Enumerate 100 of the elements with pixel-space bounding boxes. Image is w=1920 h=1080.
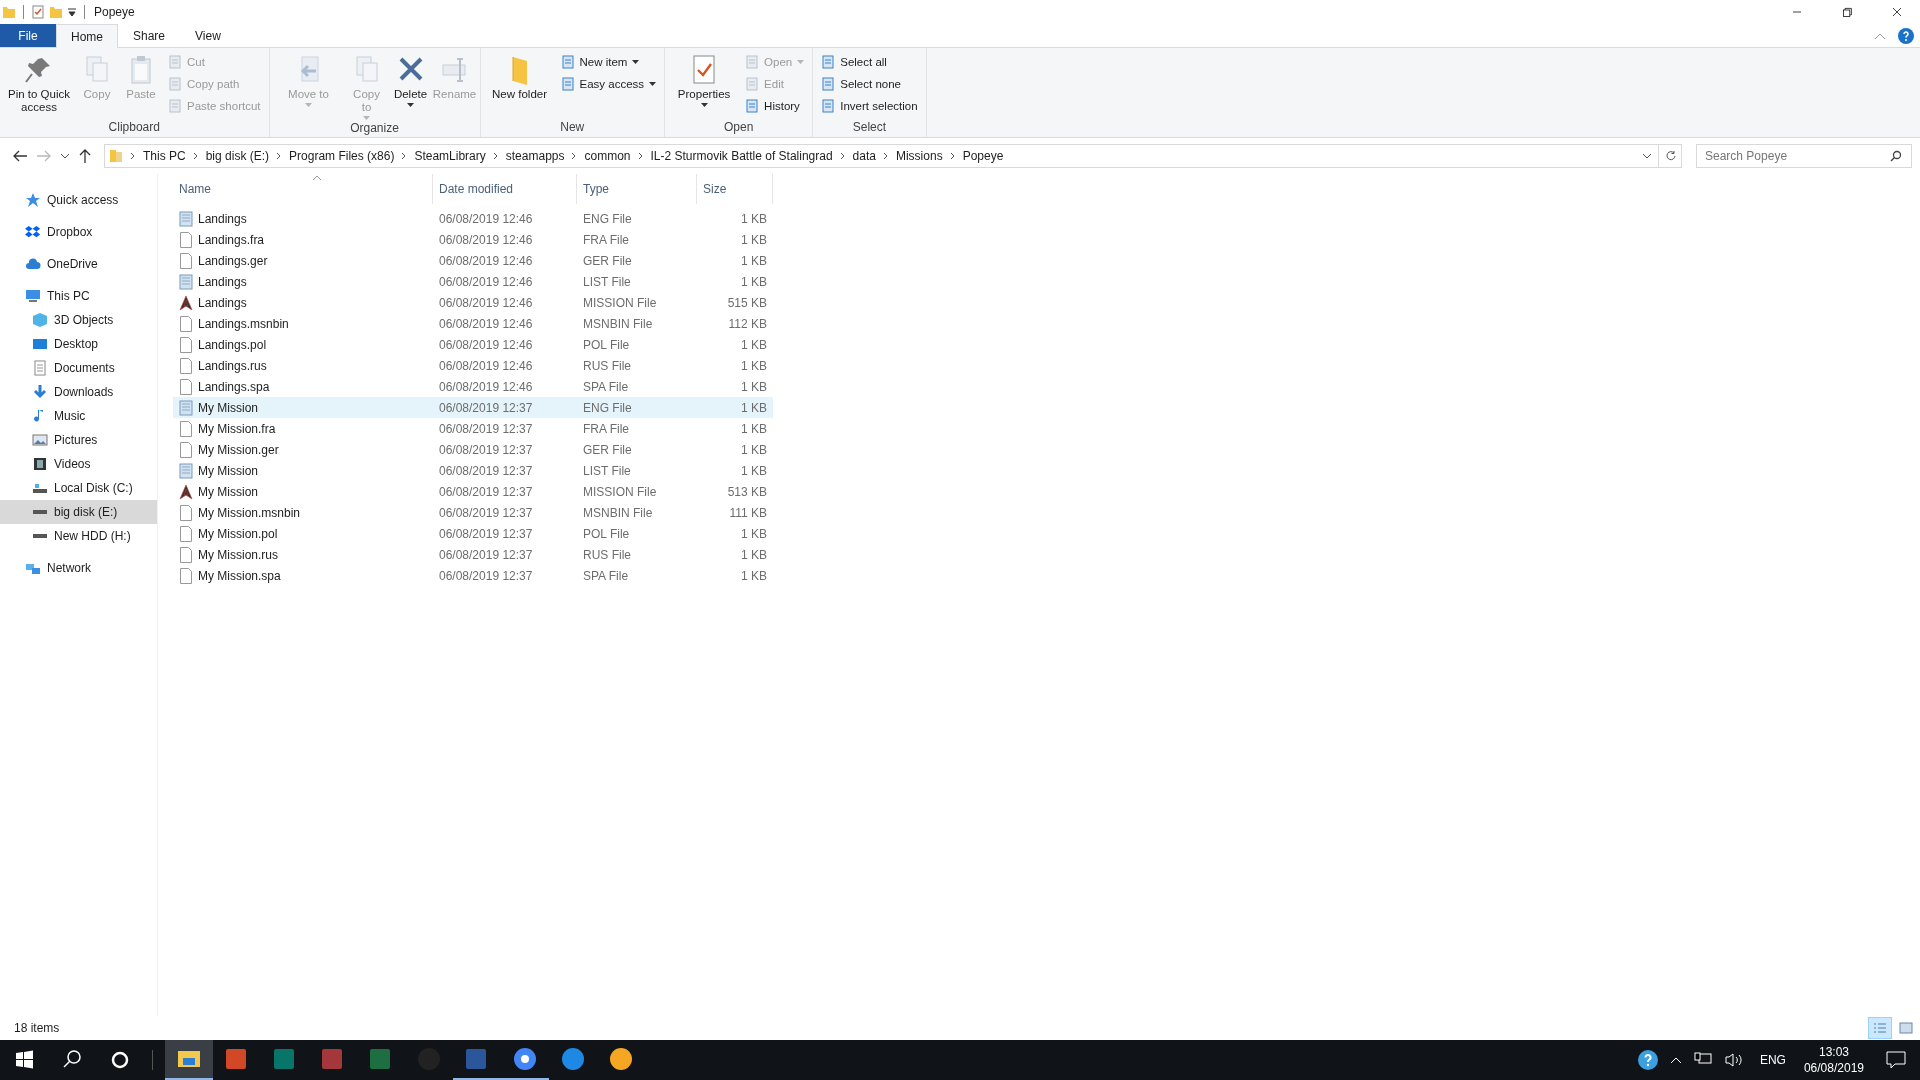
file-row[interactable]: Landings.spa 06/08/2019 12:46 SPA File 1 KB [173, 376, 773, 397]
date-cell-text: 06/08/2019 12:46 [438, 379, 534, 394]
ribbon-tab[interactable]: Home [56, 24, 118, 48]
file-row[interactable]: Landings.msnbin 06/08/2019 12:46 MSNBIN File 112 KB [173, 313, 773, 334]
breadcrumb[interactable]: Missions [895, 149, 943, 163]
file-row[interactable]: My Mission 06/08/2019 12:37 LIST File 1 KB [173, 460, 773, 481]
chevron-right-icon[interactable] [130, 152, 136, 160]
chevron-right-icon[interactable] [949, 152, 956, 160]
breadcrumb[interactable]: steamapps [505, 149, 565, 163]
ribbon-button[interactable]: Invert selection [821, 97, 918, 115]
file-row[interactable]: My Mission.pol 06/08/2019 12:37 POL File 1 KB [173, 523, 773, 544]
column-header[interactable]: Type [577, 174, 697, 204]
breadcrumb[interactable]: SteamLibrary [414, 149, 486, 163]
nav-item[interactable]: Pictures [0, 428, 157, 452]
ribbon-button[interactable]: New item [560, 53, 657, 71]
back-arrow-icon[interactable] [12, 149, 28, 163]
search-icon[interactable] [1890, 150, 1902, 162]
size-cell-text: 1 KB [740, 358, 768, 373]
column-header[interactable]: Size [697, 174, 773, 204]
dropdown-icon[interactable] [67, 7, 77, 17]
ribbon-button[interactable]: Properties [669, 53, 740, 120]
nav-item[interactable]: New HDD (H:) [0, 524, 157, 548]
nav-item[interactable]: This PC [0, 284, 157, 308]
breadcrumb[interactable]: IL-2 Sturmovik Battle of Stalingrad [650, 149, 833, 163]
language-indicator[interactable]: ENG [1759, 1053, 1786, 1067]
file-icon [179, 441, 193, 458]
breadcrumb[interactable]: Popeye [962, 149, 1004, 163]
ribbon-button[interactable]: Pin to Quick access [4, 53, 74, 120]
small-button-icon [745, 55, 760, 69]
desktop-icon [32, 336, 48, 352]
ribbon-button[interactable]: New folder [484, 53, 555, 120]
small-button-icon [745, 99, 760, 113]
chevron-right-icon[interactable] [401, 152, 408, 160]
file-menu-tab[interactable]: File [0, 24, 56, 47]
file-row[interactable]: My Mission.spa 06/08/2019 12:37 SPA File 1 KB [173, 565, 773, 586]
chevron-up-icon[interactable] [1669, 1056, 1682, 1064]
chevron-right-icon[interactable] [839, 152, 846, 160]
file-row[interactable]: My Mission 06/08/2019 12:37 MISSION File 513 KB [173, 481, 773, 502]
chevron-right-icon[interactable] [192, 152, 199, 160]
chevron-down-icon[interactable] [60, 153, 70, 159]
clock[interactable]: 13:03 06/08/2019 [1803, 1044, 1864, 1076]
search-field[interactable]: Search Popeye [1696, 144, 1912, 168]
ribbon-button[interactable]: Select all [821, 53, 918, 71]
chevron-right-icon[interactable] [637, 152, 644, 160]
nav-item[interactable]: Downloads [0, 380, 157, 404]
address-bar[interactable]: This PC big disk (E:) Program Files (x86) SteamLibrary steamapps common IL-2 Sturmovik Battle of Stalingrad data Missions Popeye [104, 144, 1682, 168]
chevron-right-icon[interactable] [571, 152, 578, 160]
column-header[interactable]: Name [173, 174, 433, 204]
nav-item[interactable]: Music [0, 404, 157, 428]
file-row[interactable]: Landings.fra 06/08/2019 12:46 FRA File 1 KB [173, 229, 773, 250]
file-row[interactable]: Landings.ger 06/08/2019 12:46 GER File 1 KB [173, 250, 773, 271]
date-cell-text: 06/08/2019 12:46 [438, 232, 534, 247]
file-row[interactable]: My Mission 06/08/2019 12:37 ENG File 1 KB [173, 397, 773, 418]
dropbox-icon [25, 224, 41, 240]
file-row[interactable]: Landings.rus 06/08/2019 12:46 RUS File 1 KB [173, 355, 773, 376]
speaker-icon[interactable] [1723, 1052, 1744, 1068]
nav-item[interactable]: Dropbox [0, 220, 157, 244]
file-row[interactable]: Landings.pol 06/08/2019 12:46 POL File 1 KB [173, 334, 773, 355]
ribbon-button[interactable]: Delete [389, 53, 432, 121]
ribbon-button[interactable]: Select none [821, 75, 918, 93]
chevron-right-icon[interactable] [882, 152, 889, 160]
nav-item[interactable]: Documents [0, 356, 157, 380]
file-row[interactable]: My Mission.rus 06/08/2019 12:37 RUS File 1 KB [173, 544, 773, 565]
nav-item[interactable]: OneDrive [0, 252, 157, 276]
file-row[interactable]: Landings 06/08/2019 12:46 MISSION File 515 KB [173, 292, 773, 313]
help-icon[interactable] [1637, 1050, 1658, 1070]
refresh-icon[interactable] [1665, 150, 1677, 162]
file-row[interactable]: My Mission.msnbin 06/08/2019 12:37 MSNBIN File 111 KB [173, 502, 773, 523]
nav-item[interactable]: 3D Objects [0, 308, 157, 332]
ribbon-tab[interactable]: Share [118, 24, 181, 47]
breadcrumb[interactable]: data [852, 149, 876, 163]
nav-item[interactable]: Local Disk (C:) [0, 476, 157, 500]
size-cell-text: 1 KB [740, 379, 768, 394]
up-arrow-icon[interactable] [78, 148, 92, 164]
type-cell-text: ENG File [582, 211, 633, 226]
column-header[interactable]: Date modified [433, 174, 577, 204]
file-row[interactable]: My Mission.ger 06/08/2019 12:37 GER File 1 KB [173, 439, 773, 460]
nav-item[interactable]: Videos [0, 452, 157, 476]
checklist-icon[interactable] [31, 5, 45, 19]
breadcrumb[interactable]: common [584, 149, 631, 163]
folder-icon[interactable] [165, 1040, 213, 1080]
ribbon-button[interactable]: Easy access [560, 75, 657, 93]
nav-item[interactable]: Quick access [0, 188, 157, 212]
file-row[interactable]: Landings 06/08/2019 12:46 LIST File 1 KB [173, 271, 773, 292]
ribbon-tab[interactable]: View [180, 24, 236, 47]
nav-item[interactable]: Desktop [0, 332, 157, 356]
breadcrumb[interactable]: This PC [143, 149, 186, 163]
chevron-down-icon[interactable] [1642, 153, 1652, 159]
type-cell-text: LIST File [582, 274, 632, 289]
notification-icon[interactable] [1886, 1051, 1906, 1069]
breadcrumb[interactable]: big disk (E:) [205, 149, 270, 163]
file-row[interactable]: My Mission.fra 06/08/2019 12:37 FRA File 1 KB [173, 418, 773, 439]
nav-item[interactable]: big disk (E:) [0, 500, 157, 524]
breadcrumb[interactable]: Program Files (x86) [289, 149, 395, 163]
ribbon-button[interactable]: History [745, 97, 805, 115]
file-row[interactable]: Landings 06/08/2019 12:46 ENG File 1 KB [173, 208, 773, 229]
chevron-right-icon[interactable] [276, 152, 283, 160]
size-cell-text: 1 KB [740, 211, 768, 226]
nav-item[interactable]: Network [0, 556, 157, 580]
chevron-right-icon[interactable] [492, 152, 499, 160]
